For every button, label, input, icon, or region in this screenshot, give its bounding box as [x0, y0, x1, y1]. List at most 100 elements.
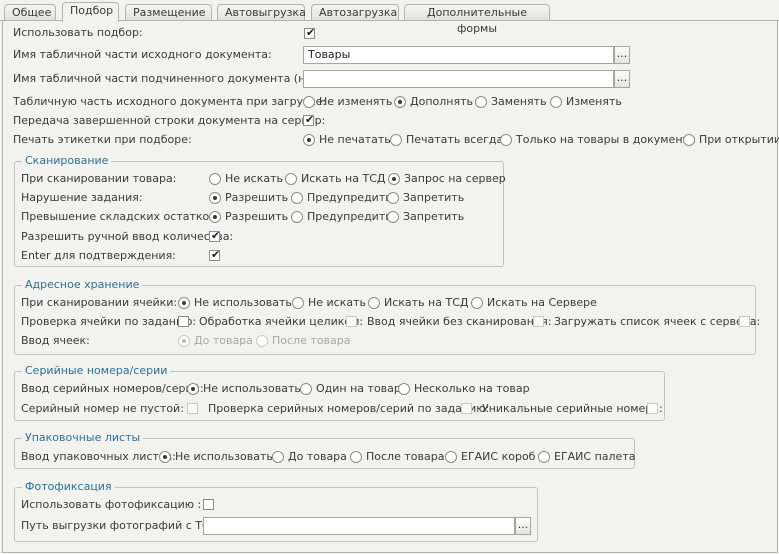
packing-option-label: До товара — [288, 450, 347, 463]
tab-auto-import[interactable]: Автозагрузка — [311, 4, 399, 20]
print-labels-label: Печать этикетки при подборе: — [13, 133, 192, 146]
enter-confirm-label: Enter для подтверждения: — [21, 249, 176, 262]
packing-radio-egais-box[interactable] — [445, 451, 457, 463]
serial-input-radio-many[interactable] — [398, 383, 410, 395]
whole-cell-checkbox[interactable] — [346, 316, 357, 327]
serial-input-option-label: Не использовать — [203, 382, 301, 395]
whole-cell-label: Обработка ячейки целиком: — [199, 315, 364, 328]
packing-option-label: ЕГАИС короб — [461, 450, 536, 463]
tab-bar: Общее Подбор Размещение Автовыгрузка Авт… — [0, 0, 779, 35]
cell-input-option-label: После товара — [272, 334, 351, 347]
sub-table-field[interactable] — [303, 70, 614, 88]
packing-input-label: Ввод упаковочных листов: — [21, 450, 176, 463]
radio-dot-icon — [182, 301, 186, 305]
radio-dot-icon — [182, 339, 186, 343]
serial-group-title: Серийные номера/серии — [22, 364, 171, 377]
send-row-checkbox[interactable]: ✔ — [303, 113, 315, 126]
task-violation-radio-warn[interactable] — [291, 192, 303, 204]
stock-excess-label: Превышение складских остатков: — [21, 210, 220, 223]
stock-excess-radio-warn[interactable] — [291, 211, 303, 223]
stock-excess-radio-allow[interactable] — [209, 211, 221, 223]
serial-input-option-label: Несколько на товар — [414, 382, 530, 395]
check-cell-checkbox[interactable] — [178, 316, 189, 327]
address-group-title: Адресное хранение — [22, 278, 143, 291]
no-scan-cell-checkbox[interactable] — [533, 316, 544, 327]
task-violation-label: Нарушение задания: — [21, 191, 143, 204]
packing-radio-after[interactable] — [350, 451, 362, 463]
serial-not-empty-label: Серийный номер не пустой: — [21, 402, 184, 415]
cell-scan-radio-no-search[interactable] — [292, 297, 304, 309]
enter-confirm-checkbox[interactable]: ✔ — [209, 248, 221, 261]
packing-radio-not-use[interactable] — [159, 451, 171, 463]
load-mode-radio-append[interactable] — [394, 96, 406, 108]
tab-placement[interactable]: Размещение — [125, 4, 212, 20]
photo-use-checkbox[interactable] — [203, 499, 214, 510]
stock-excess-radio-deny[interactable] — [387, 211, 399, 223]
cell-scan-radio-server[interactable] — [471, 297, 483, 309]
load-cells-label: Загружать список ячеек с сервера: — [554, 315, 761, 328]
load-mode-option-label: Заменять — [491, 95, 547, 108]
manual-qty-checkbox[interactable]: ✔ — [209, 229, 221, 242]
tab-selection[interactable]: Подбор — [62, 2, 119, 22]
radio-dot-icon — [213, 215, 217, 219]
serial-unique-checkbox[interactable] — [647, 403, 658, 414]
radio-dot-icon — [392, 177, 396, 181]
print-labels-option-label: Печатать всегда — [406, 133, 504, 146]
print-labels-radio-on-open[interactable] — [683, 134, 695, 146]
use-selection-checkbox[interactable]: ✔ — [304, 27, 315, 39]
tab-auto-export[interactable]: Автовыгрузка — [217, 4, 306, 20]
on-scan-option-label: Искать на ТСД — [301, 172, 386, 185]
stock-excess-option-label: Разрешить — [225, 210, 289, 223]
print-labels-radio-in-document[interactable] — [500, 134, 512, 146]
on-scan-option-label: Не искать — [225, 172, 284, 185]
source-table-label: Имя табличной части исходного документа: — [13, 48, 272, 61]
serial-not-empty-checkbox[interactable] — [187, 403, 198, 414]
serial-input-radio-one[interactable] — [300, 383, 312, 395]
load-mode-option-label: Не изменять — [319, 95, 393, 108]
on-scan-radio-server[interactable] — [388, 173, 400, 185]
on-scan-option-label: Запрос на сервер — [404, 172, 506, 185]
send-row-label: Передача завершенной строки документа на… — [13, 114, 326, 127]
task-violation-radio-allow[interactable] — [209, 192, 221, 204]
cell-input-radio-before[interactable] — [178, 335, 190, 347]
cell-input-radio-after[interactable] — [256, 335, 268, 347]
load-mode-radio-replace[interactable] — [475, 96, 487, 108]
photo-use-label: Использовать фотофиксацию : — [21, 498, 202, 511]
task-violation-option-label: Предупредить — [307, 191, 392, 204]
print-labels-radio-none[interactable] — [303, 134, 315, 146]
stock-excess-option-label: Запретить — [403, 210, 465, 223]
load-mode-radio-modify[interactable] — [550, 96, 562, 108]
serial-input-radio-not-use[interactable] — [187, 383, 199, 395]
task-violation-option-label: Разрешить — [225, 191, 289, 204]
photo-path-field[interactable] — [203, 517, 515, 535]
cell-scan-radio-not-use[interactable] — [178, 297, 190, 309]
serial-unique-label: Уникальные серийные номера: — [482, 402, 663, 415]
tab-additional-forms[interactable]: Дополнительные формы — [404, 4, 550, 35]
load-cells-checkbox[interactable] — [739, 316, 750, 327]
load-mode-label: Табличную часть исходного документа при … — [13, 95, 327, 108]
print-labels-option-label: При открытии — [699, 133, 779, 146]
on-scan-radio-no-search[interactable] — [209, 173, 221, 185]
serial-check-task-checkbox[interactable] — [461, 403, 472, 414]
source-table-browse-button[interactable]: ... — [614, 46, 630, 64]
task-violation-radio-deny[interactable] — [387, 192, 399, 204]
packing-radio-before[interactable] — [272, 451, 284, 463]
cell-scan-radio-tsd[interactable] — [368, 297, 380, 309]
check-icon: ✔ — [211, 248, 221, 261]
cell-scan-option-label: Искать на Сервере — [487, 296, 597, 309]
load-mode-radio-no-change[interactable] — [303, 96, 315, 108]
print-labels-option-label: Не печатать — [319, 133, 391, 146]
packing-radio-egais-pallet[interactable] — [538, 451, 550, 463]
photo-path-browse-button[interactable]: ... — [515, 517, 531, 535]
print-labels-radio-always[interactable] — [390, 134, 402, 146]
on-scan-radio-tsd[interactable] — [285, 173, 297, 185]
sub-table-browse-button[interactable]: ... — [614, 70, 630, 88]
source-table-field[interactable]: Товары — [303, 46, 614, 64]
check-icon: ✔ — [211, 229, 221, 242]
photo-path-label: Путь выгрузки фотографий с ТСД: — [21, 519, 222, 532]
tab-general[interactable]: Общее — [4, 4, 56, 20]
check-icon: ✔ — [305, 113, 315, 126]
manual-qty-label: Разрешить ручной ввод количества: — [21, 230, 234, 243]
print-labels-option-label: Только на товары в документе — [516, 133, 696, 146]
scanning-group-title: Сканирование — [22, 154, 112, 167]
